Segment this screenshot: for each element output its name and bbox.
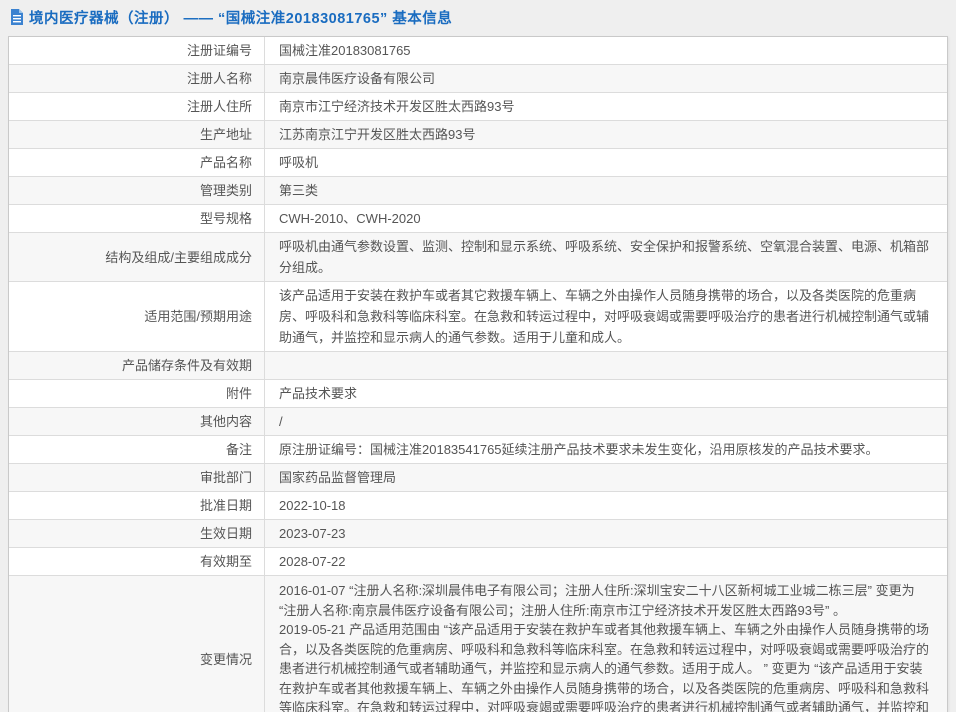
row-value: 第三类 (264, 177, 947, 204)
row-label: 产品储存条件及有效期 (9, 352, 264, 379)
document-icon (10, 9, 24, 25)
effective-date: 2023-07-23 (279, 523, 933, 544)
page-header: 境内医疗器械（注册） —— “国械注准20183081765” 基本信息 (0, 0, 956, 34)
table-row: 审批部门 国家药品监督管理局 (9, 463, 947, 491)
table-row: 结构及组成/主要组成成分 呼吸机由通气参数设置、监测、控制和显示系统、呼吸系统、… (9, 232, 947, 281)
row-label: 注册证编号 (9, 37, 264, 64)
row-value: 江苏南京江宁开发区胜太西路93号 (264, 121, 947, 148)
structure-composition: 呼吸机由通气参数设置、监测、控制和显示系统、呼吸系统、安全保护和报警系统、空氧混… (279, 236, 933, 278)
table-row: 型号规格 CWH-2010、CWH-2020 (9, 204, 947, 232)
table-row: 产品名称 呼吸机 (9, 148, 947, 176)
row-label: 生效日期 (9, 520, 264, 547)
approval-date: 2022-10-18 (279, 495, 933, 516)
row-value: 南京晨伟医疗设备有限公司 (264, 65, 947, 92)
row-value: 国家药品监督管理局 (264, 464, 947, 491)
table-row: 生效日期 2023-07-23 (9, 519, 947, 547)
row-value: 2016-01-07 “注册人名称:深圳晨伟电子有限公司；注册人住所:深圳宝安二… (264, 576, 947, 712)
registrant-name: 南京晨伟医疗设备有限公司 (279, 68, 933, 89)
registration-number: 国械注准20183081765 (279, 40, 933, 61)
model-spec: CWH-2010、CWH-2020 (279, 208, 933, 229)
row-value: 该产品适用于安装在救护车或者其它救援车辆上、车辆之外由操作人员随身携带的场合，以… (264, 282, 947, 351)
row-value (264, 352, 947, 379)
table-row: 产品储存条件及有效期 (9, 351, 947, 379)
row-label: 型号规格 (9, 205, 264, 232)
table-row: 管理类别 第三类 (9, 176, 947, 204)
other-content: / (279, 411, 933, 432)
table-row: 生产地址 江苏南京江宁开发区胜太西路93号 (9, 120, 947, 148)
row-label: 审批部门 (9, 464, 264, 491)
row-label: 有效期至 (9, 548, 264, 575)
row-value: / (264, 408, 947, 435)
row-value: 呼吸机由通气参数设置、监测、控制和显示系统、呼吸系统、安全保护和报警系统、空氧混… (264, 233, 947, 281)
expiry-date: 2028-07-22 (279, 551, 933, 572)
row-label: 变更情况 (9, 646, 264, 673)
row-value: 2023-07-23 (264, 520, 947, 547)
row-label: 生产地址 (9, 121, 264, 148)
row-value: 2028-07-22 (264, 548, 947, 575)
table-row: 其他内容 / (9, 407, 947, 435)
row-label: 其他内容 (9, 408, 264, 435)
row-label: 产品名称 (9, 149, 264, 176)
row-value: 国械注准20183081765 (264, 37, 947, 64)
intended-use: 该产品适用于安装在救护车或者其它救援车辆上、车辆之外由操作人员随身携带的场合，以… (279, 285, 933, 348)
approval-department: 国家药品监督管理局 (279, 467, 933, 488)
management-class: 第三类 (279, 180, 933, 201)
product-name: 呼吸机 (279, 152, 933, 173)
row-label: 结构及组成/主要组成成分 (9, 244, 264, 271)
attachment: 产品技术要求 (279, 383, 933, 404)
row-value: 2022-10-18 (264, 492, 947, 519)
table-row: 注册人住所 南京市江宁经济技术开发区胜太西路93号 (9, 92, 947, 120)
change-history: 2016-01-07 “注册人名称:深圳晨伟电子有限公司；注册人住所:深圳宝安二… (279, 581, 933, 712)
row-value: 南京市江宁经济技术开发区胜太西路93号 (264, 93, 947, 120)
table-row: 注册人名称 南京晨伟医疗设备有限公司 (9, 64, 947, 92)
table-row: 注册证编号 国械注准20183081765 (9, 37, 947, 64)
info-table: 注册证编号 国械注准20183081765 注册人名称 南京晨伟医疗设备有限公司… (8, 36, 948, 712)
production-address: 江苏南京江宁开发区胜太西路93号 (279, 124, 933, 145)
row-label: 注册人名称 (9, 65, 264, 92)
registrant-address: 南京市江宁经济技术开发区胜太西路93号 (279, 96, 933, 117)
row-label: 批准日期 (9, 492, 264, 519)
page-title: 境内医疗器械（注册） —— “国械注准20183081765” 基本信息 (29, 7, 452, 28)
row-label: 附件 (9, 380, 264, 407)
remarks: 原注册证编号：国械注准20183541765延续注册产品技术要求未发生变化，沿用… (279, 439, 933, 460)
row-label: 备注 (9, 436, 264, 463)
table-row: 适用范围/预期用途 该产品适用于安装在救护车或者其它救援车辆上、车辆之外由操作人… (9, 281, 947, 351)
table-row: 批准日期 2022-10-18 (9, 491, 947, 519)
row-label: 适用范围/预期用途 (9, 303, 264, 330)
row-value: 呼吸机 (264, 149, 947, 176)
row-value: CWH-2010、CWH-2020 (264, 205, 947, 232)
table-row: 附件 产品技术要求 (9, 379, 947, 407)
table-row: 备注 原注册证编号：国械注准20183541765延续注册产品技术要求未发生变化… (9, 435, 947, 463)
table-row: 有效期至 2028-07-22 (9, 547, 947, 575)
table-row: 变更情况 2016-01-07 “注册人名称:深圳晨伟电子有限公司；注册人住所:… (9, 575, 947, 712)
row-label: 管理类别 (9, 177, 264, 204)
row-label: 注册人住所 (9, 93, 264, 120)
row-value: 原注册证编号：国械注准20183541765延续注册产品技术要求未发生变化，沿用… (264, 436, 947, 463)
row-value: 产品技术要求 (264, 380, 947, 407)
